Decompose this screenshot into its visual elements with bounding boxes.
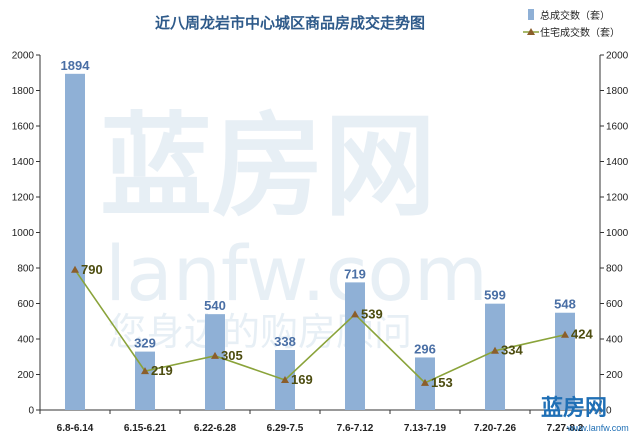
bar-value-label: 338	[274, 334, 296, 349]
left-y-tick-label: 400	[17, 335, 34, 346]
left-y-tick-label: 2000	[12, 51, 35, 62]
right-y-tick-label: 800	[606, 264, 623, 275]
bar-value-label: 329	[134, 336, 156, 351]
x-tick-label: 6.15-6.21	[124, 423, 167, 434]
line-value-label: 334	[501, 343, 523, 358]
chart-canvas: 蓝房网 lanfw.com 您身边的购房顾问 近八周龙岩市中心城区商品房成交走势…	[12, 9, 629, 434]
legend: 总成交数（套） 住宅成交数（套）	[523, 9, 620, 39]
x-tick-label: 6.8-6.14	[57, 423, 94, 434]
left-y-ticks: 0 200 400 600 800 1000 1200 1400 1600 1800 2000	[12, 51, 40, 417]
x-tick-label: 6.29-7.5	[267, 423, 304, 434]
left-y-tick-label: 200	[17, 370, 34, 381]
line-value-label: 424	[571, 327, 593, 342]
left-y-tick-label: 1000	[12, 228, 35, 239]
bar-value-label: 540	[204, 298, 226, 313]
logo-url: www.lanfw.com	[566, 423, 629, 433]
right-y-tick-label: 1000	[606, 228, 629, 239]
x-tick-label: 6.22-6.28	[194, 423, 237, 434]
line-value-label: 305	[221, 348, 243, 363]
watermark: 蓝房网 lanfw.com 您身边的购房顾问	[100, 102, 488, 354]
right-y-tick-label: 400	[606, 335, 623, 346]
legend-bar-label: 总成交数（套）	[540, 9, 610, 22]
right-y-tick-label: 1800	[606, 86, 629, 97]
chart-root: 蓝房网 lanfw.com 您身边的购房顾问 近八周龙岩市中心城区商品房成交走势…	[0, 0, 640, 438]
legend-bar-swatch	[528, 9, 534, 20]
line-value-label: 790	[81, 262, 103, 277]
right-y-tick-label: 1600	[606, 122, 629, 133]
watermark-line2: lanfw.com	[105, 229, 488, 318]
x-tick-label: 7.20-7.26	[474, 423, 517, 434]
right-y-tick-label: 200	[606, 370, 623, 381]
bar-value-label: 599	[484, 288, 506, 303]
chart-title: 近八周龙岩市中心城区商品房成交走势图	[155, 14, 425, 32]
left-y-tick-label: 1600	[12, 122, 35, 133]
left-y-tick-label: 600	[17, 299, 34, 310]
line-value-label: 219	[151, 363, 173, 378]
left-y-tick-label: 800	[17, 264, 34, 275]
logo-text: 蓝房网	[541, 395, 607, 421]
right-y-tick-label: 1200	[606, 193, 629, 204]
line-value-label: 169	[291, 372, 313, 387]
bar	[345, 282, 365, 410]
x-ticks: 6.8-6.14 6.15-6.21 6.22-6.28 6.29-7.5 7.6-7.…	[39, 410, 601, 434]
bar-value-label: 296	[414, 341, 436, 356]
left-y-tick-label: 1200	[12, 193, 35, 204]
bar	[65, 73, 85, 410]
x-tick-label: 7.6-7.12	[337, 423, 374, 434]
watermark-line1: 蓝房网	[100, 102, 436, 232]
legend-line-label: 住宅成交数（套）	[540, 26, 620, 39]
right-y-ticks: 0200400600800100012001400160018002000	[600, 51, 629, 417]
left-y-tick-label: 1800	[12, 86, 35, 97]
bar-value-label: 548	[554, 297, 576, 312]
bar-value-label: 719	[344, 266, 366, 281]
right-y-tick-label: 1400	[606, 157, 629, 168]
x-tick-label: 7.13-7.19	[404, 423, 447, 434]
right-y-tick-label: 600	[606, 299, 623, 310]
line-value-label: 539	[361, 306, 383, 321]
left-y-tick-label: 0	[28, 406, 34, 417]
bar-value-label: 1894	[61, 58, 91, 73]
right-y-tick-label: 2000	[606, 51, 629, 62]
line-value-label: 153	[431, 375, 453, 390]
left-y-tick-label: 1400	[12, 157, 35, 168]
